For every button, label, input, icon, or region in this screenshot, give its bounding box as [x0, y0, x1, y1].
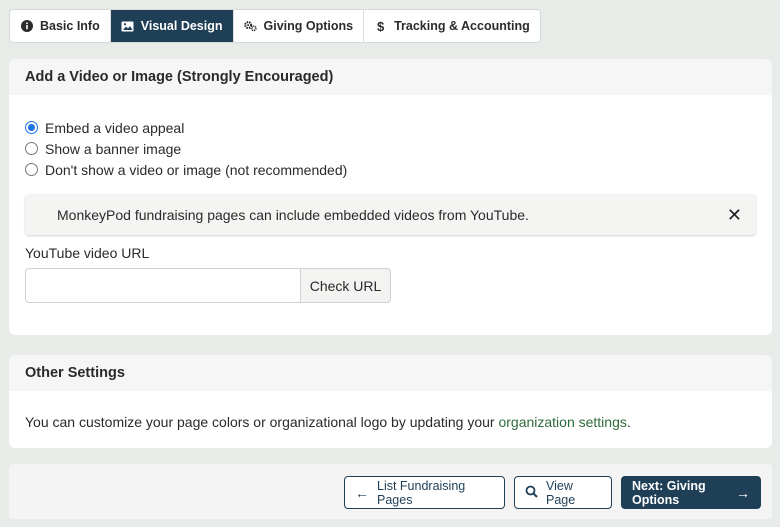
option-banner-image[interactable]: Show a banner image	[25, 138, 347, 159]
search-icon	[525, 485, 538, 501]
youtube-url-input[interactable]	[25, 268, 300, 303]
arrow-left-icon: ←	[355, 484, 369, 501]
option-label: Don't show a video or image (not recomme…	[45, 161, 348, 178]
image-icon	[121, 20, 134, 33]
button-label: List Fundraising Pages	[377, 478, 466, 507]
button-label: Next: Giving Options	[632, 478, 706, 507]
settings-description: You can customize your page colors or or…	[25, 414, 631, 430]
tab-label: Visual Design	[140, 19, 223, 33]
dollar-icon: $	[376, 18, 385, 34]
settings-text-after: .	[626, 414, 631, 430]
notice-text: MonkeyPod fundraising pages can include …	[57, 206, 529, 223]
settings-text-before: You can customize your page colors or or…	[25, 414, 499, 430]
youtube-notice: MonkeyPod fundraising pages can include …	[25, 194, 756, 235]
option-label: Show a banner image	[45, 140, 182, 157]
arrow-right-icon: →	[736, 484, 750, 501]
check-url-button[interactable]: Check URL	[300, 268, 391, 303]
tab-label: Tracking & Accounting	[394, 19, 530, 33]
tab-visual-design[interactable]: Visual Design	[110, 10, 234, 42]
media-card: Add a Video or Image (Strongly Encourage…	[9, 59, 772, 335]
other-settings-card: Other Settings You can customize your pa…	[9, 355, 772, 448]
tab-bar: Basic Info Visual Design Giving Options …	[9, 9, 541, 43]
info-icon	[20, 20, 33, 33]
other-settings-title: Other Settings	[9, 355, 772, 391]
option-label: Embed a video appeal	[45, 119, 185, 136]
radio-banner-image[interactable]	[25, 142, 38, 155]
option-no-media[interactable]: Don't show a video or image (not recomme…	[25, 159, 347, 180]
media-options: Embed a video appeal Show a banner image…	[25, 117, 347, 180]
youtube-url-group: Check URL	[25, 268, 391, 303]
next-giving-options-button[interactable]: Next: Giving Options →	[621, 476, 761, 509]
organization-settings-link[interactable]: organization settings	[498, 414, 626, 430]
view-page-button[interactable]: View Page	[514, 476, 612, 509]
radio-embed-video[interactable]	[25, 121, 38, 134]
tab-label: Giving Options	[263, 19, 354, 33]
radio-no-media[interactable]	[25, 163, 38, 176]
footer-bar: ← List Fundraising Pages View Page Next:…	[9, 464, 772, 519]
gears-icon	[243, 20, 257, 33]
list-fundraising-pages-button[interactable]: ← List Fundraising Pages	[344, 476, 505, 509]
tab-label: Basic Info	[40, 19, 100, 33]
tab-tracking-accounting[interactable]: $ Tracking & Accounting	[364, 10, 540, 42]
tab-giving-options[interactable]: Giving Options	[234, 10, 365, 42]
close-icon[interactable]: ✕	[727, 206, 742, 224]
tab-basic-info[interactable]: Basic Info	[10, 10, 111, 42]
media-card-title: Add a Video or Image (Strongly Encourage…	[9, 59, 772, 95]
youtube-url-label: YouTube video URL	[25, 245, 150, 261]
option-embed-video[interactable]: Embed a video appeal	[25, 117, 347, 138]
button-label: View Page	[546, 478, 576, 507]
